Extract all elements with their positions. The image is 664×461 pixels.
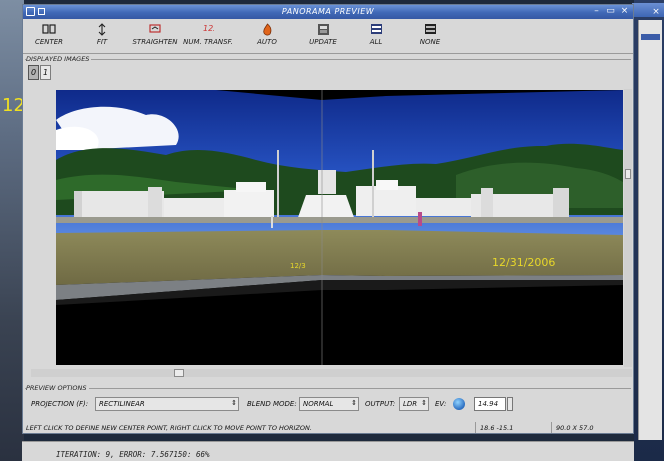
output-label: OUTPUT: [365, 400, 396, 408]
background-status-bar: ITERATION: 9, ERROR: 7.567150: 66% [22, 441, 634, 461]
all-icon [359, 23, 393, 37]
fit-icon [83, 23, 121, 37]
ev-reset-icon[interactable] [453, 398, 465, 410]
all-label: ALL [369, 38, 383, 46]
background-titlebar: × [632, 3, 664, 17]
image-toggle-0[interactable]: 0 [28, 65, 39, 80]
none-button[interactable]: NONE [411, 20, 449, 52]
status-fov: 90.0 X 57.0 [551, 422, 633, 433]
displayed-images-label: DISPLAYED IMAGES [26, 55, 92, 63]
update-label: UPDATE [309, 38, 337, 46]
blend-mode-value: NORMAL [303, 400, 334, 408]
background-window-left: 12 [0, 0, 25, 461]
update-button[interactable]: UPDATE [302, 20, 344, 52]
num-transf-label: NUM. TRANSF. [183, 38, 233, 46]
fit-label: FIT [96, 38, 108, 46]
fit-button[interactable]: FIT [83, 20, 121, 52]
ev-input[interactable]: 14.94 [474, 397, 506, 411]
horizontal-scrollbar[interactable] [31, 369, 632, 377]
center-button[interactable]: CENTER [27, 20, 71, 52]
panorama-preview-window: PANORAMA PREVIEW – ▭ × CENTER FIT STRAIG… [22, 4, 634, 434]
background-pane-bar [641, 34, 660, 40]
straighten-icon [131, 23, 179, 37]
minimize-icon[interactable]: – [591, 7, 602, 17]
date-stamp-left: 12/3 [290, 262, 306, 270]
projection-label: PROJECTION (F): [31, 400, 89, 408]
panorama-image: 12/31/2006 12/3 [56, 90, 623, 365]
update-icon [302, 23, 344, 37]
preview-options-label: PREVIEW OPTIONS [26, 384, 89, 392]
auto-label: AUTO [257, 38, 277, 46]
title-bar[interactable]: PANORAMA PREVIEW – ▭ × [23, 5, 633, 19]
all-button[interactable]: ALL [359, 20, 393, 52]
preview-options-frame [25, 388, 631, 389]
maximize-icon[interactable]: ▭ [605, 7, 616, 17]
toolbar: CENTER FIT STRAIGHTEN 123 NUM. TRANSF. A… [23, 20, 633, 52]
projection-select[interactable]: RECTILINEAR ⇕ [95, 397, 239, 411]
none-icon [411, 23, 449, 37]
image-toggle-1[interactable]: 1 [40, 65, 51, 80]
ev-spinner[interactable] [507, 397, 513, 411]
background-pane [638, 20, 662, 440]
blend-mode-select[interactable]: NORMAL ⇕ [299, 397, 359, 411]
output-select[interactable]: LDR ⇕ [399, 397, 429, 411]
auto-button[interactable]: AUTO [250, 20, 284, 52]
center-label: CENTER [34, 38, 64, 46]
status-message: LEFT CLICK TO DEFINE NEW CENTER POINT, R… [26, 424, 312, 432]
num-transf-button[interactable]: 123 NUM. TRANSF. [183, 20, 233, 52]
status-bar: LEFT CLICK TO DEFINE NEW CENTER POINT, R… [23, 422, 633, 434]
preview-options-row: PROJECTION (F): RECTILINEAR ⇕ BLEND MODE… [29, 395, 629, 413]
blend-mode-spin-icon: ⇕ [351, 399, 357, 407]
vertical-scrollbar[interactable] [624, 89, 632, 367]
close-icon[interactable]: × [619, 7, 630, 17]
svg-text:123: 123 [203, 24, 214, 33]
toolbar-divider [23, 53, 633, 54]
background-optimizer-status: ITERATION: 9, ERROR: 7.567150: 66% [56, 450, 210, 459]
num-transf-icon: 123 [183, 23, 233, 37]
straighten-button[interactable]: STRAIGHTEN [131, 20, 179, 52]
output-value: LDR [403, 400, 418, 408]
date-stamp-right: 12/31/2006 [492, 256, 555, 269]
preview-canvas[interactable]: 12/31/2006 12/3 [56, 90, 623, 365]
horizontal-scroll-thumb[interactable] [174, 369, 184, 377]
projection-value: RECTILINEAR [99, 400, 145, 408]
projection-spin-icon: ⇕ [231, 399, 237, 407]
ev-label: EV: [435, 400, 447, 408]
displayed-images-frame [25, 59, 631, 60]
window-title: PANORAMA PREVIEW [281, 7, 375, 16]
straighten-label: STRAIGHTEN [132, 38, 178, 46]
center-icon [27, 23, 71, 37]
background-close-icon[interactable]: × [651, 7, 661, 17]
output-spin-icon: ⇕ [421, 399, 427, 407]
status-coords: 18.6 -15.1 [475, 422, 551, 433]
vertical-scroll-thumb[interactable] [625, 169, 631, 179]
blend-mode-label: BLEND MODE: [247, 400, 297, 408]
none-label: NONE [419, 38, 441, 46]
auto-icon [250, 23, 284, 37]
